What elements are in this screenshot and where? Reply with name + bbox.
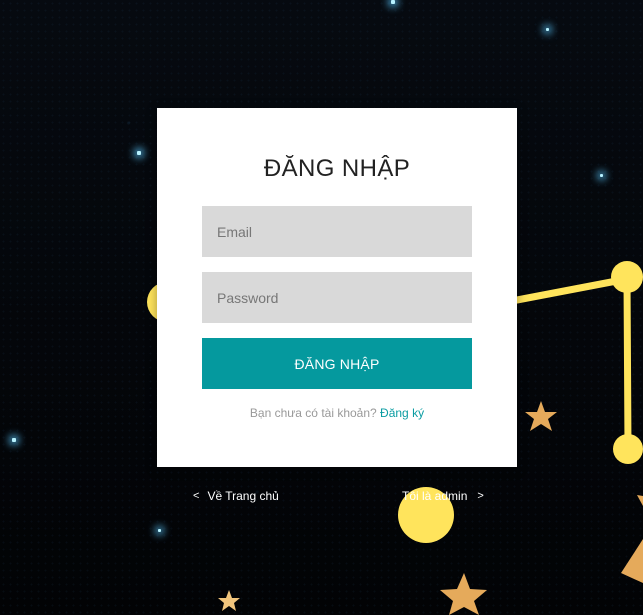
chevron-left-icon: < [193, 490, 200, 502]
admin-link[interactable]: Tôi là admin > [402, 488, 484, 505]
signup-prompt-row: Bạn chưa có tài khoản? Đăng ký [157, 406, 517, 420]
partial-star-icon [621, 539, 643, 583]
signup-link[interactable]: Đăng ký [380, 406, 424, 420]
email-input[interactable] [202, 206, 472, 257]
partial-star-icon [637, 495, 643, 506]
home-link-label: Về Trang chủ [207, 489, 279, 503]
login-page: ĐĂNG NHẬP ĐĂNG NHẬP Bạn chưa có tài khoả… [0, 0, 643, 615]
login-card: ĐĂNG NHẬP ĐĂNG NHẬP Bạn chưa có tài khoả… [157, 108, 517, 467]
star-icon [440, 573, 487, 615]
chevron-right-icon: > [477, 490, 484, 502]
yellow-dot [613, 434, 643, 464]
admin-link-label: Tôi là admin [402, 489, 468, 503]
login-button[interactable]: ĐĂNG NHẬP [202, 338, 472, 389]
password-input[interactable] [202, 272, 472, 323]
signup-prompt-text: Bạn chưa có tài khoản? [249, 406, 377, 420]
home-link[interactable]: < Về Trang chủ [193, 488, 279, 505]
star-icon [218, 590, 240, 611]
login-title: ĐĂNG NHẬP [263, 155, 411, 182]
star-icon [525, 401, 557, 431]
yellow-dot [611, 261, 643, 293]
